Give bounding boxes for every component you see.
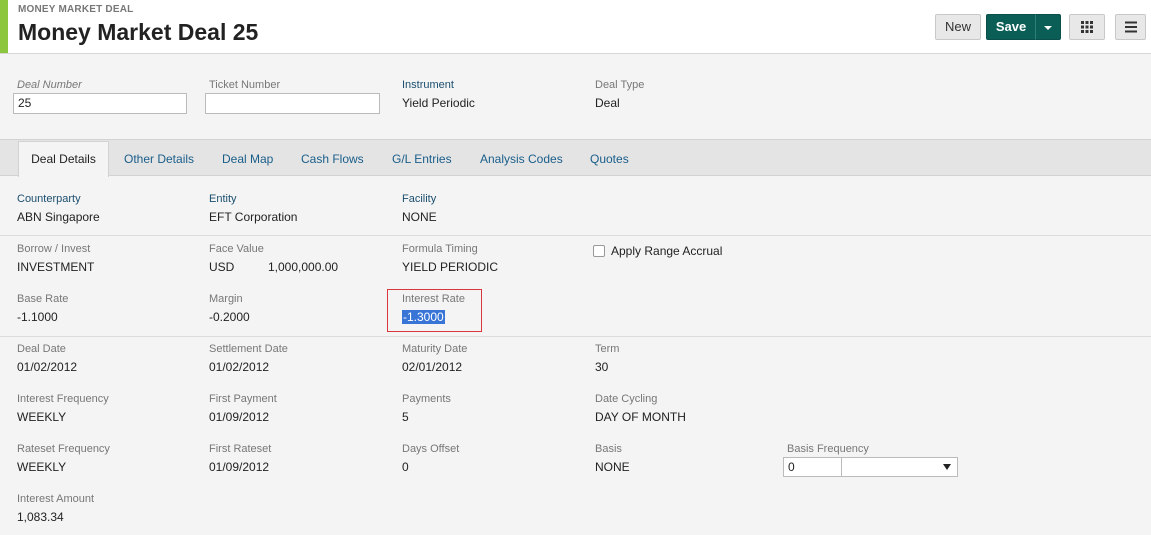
date-cycling-label: Date Cycling bbox=[595, 393, 658, 405]
days-offset-label: Days Offset bbox=[402, 443, 460, 455]
instrument-label: Instrument bbox=[402, 79, 454, 91]
basis-frequency-select[interactable] bbox=[841, 457, 958, 477]
maturity-date-label: Maturity Date bbox=[402, 343, 468, 355]
instrument-link[interactable]: Yield Periodic bbox=[402, 96, 475, 110]
section-divider bbox=[0, 336, 1151, 337]
tab-analysis-codes[interactable]: Analysis Codes bbox=[480, 152, 563, 166]
entity-label: Entity bbox=[209, 193, 237, 205]
basis-frequency-input[interactable]: 0 bbox=[783, 457, 842, 477]
deal-number-input[interactable]: 25 bbox=[13, 93, 187, 114]
first-rateset-value: 01/09/2012 bbox=[209, 460, 270, 474]
breadcrumb: MONEY MARKET DEAL bbox=[18, 4, 134, 15]
payments-label: Payments bbox=[402, 393, 451, 405]
rateset-frequency-label: Rateset Frequency bbox=[17, 443, 110, 455]
interest-rate-label: Interest Rate bbox=[402, 293, 465, 305]
settlement-date-value: 01/02/2012 bbox=[209, 360, 270, 374]
page-title: Money Market Deal 25 bbox=[18, 19, 259, 45]
basis-value: NONE bbox=[595, 460, 630, 474]
interest-amount-label: Interest Amount bbox=[17, 493, 95, 505]
tab-bar: Other Details Deal Map Cash Flows G/L En… bbox=[0, 139, 1151, 176]
accent-bar bbox=[0, 0, 8, 53]
deal-number-label: Deal Number bbox=[17, 79, 82, 91]
tab-cash-flows[interactable]: Cash Flows bbox=[301, 152, 364, 166]
ticket-number-input[interactable] bbox=[205, 93, 380, 114]
page-header: MONEY MARKET DEAL Money Market Deal 25 N… bbox=[0, 0, 1151, 54]
margin-label: Margin bbox=[209, 293, 243, 305]
entity-link[interactable]: EFT Corporation bbox=[209, 210, 297, 224]
dropdown-arrow-icon bbox=[943, 464, 951, 470]
face-value-currency: USD bbox=[209, 260, 235, 274]
apply-range-accrual-label: Apply Range Accrual bbox=[611, 244, 723, 258]
payments-value: 5 bbox=[402, 410, 409, 424]
borrow-invest-label: Borrow / Invest bbox=[17, 243, 91, 255]
grid-view-button[interactable] bbox=[1069, 14, 1105, 40]
base-rate-label: Base Rate bbox=[17, 293, 69, 305]
first-payment-label: First Payment bbox=[209, 393, 277, 405]
face-value-amount: 1,000,000.00 bbox=[268, 260, 339, 274]
first-payment-value: 01/09/2012 bbox=[209, 410, 270, 424]
deal-date-value: 01/02/2012 bbox=[17, 360, 78, 374]
basis-frequency-label: Basis Frequency bbox=[787, 443, 869, 455]
term-value: 30 bbox=[595, 360, 609, 374]
first-rateset-label: First Rateset bbox=[209, 443, 272, 455]
rateset-frequency-value: WEEKLY bbox=[17, 460, 67, 474]
borrow-invest-value: INVESTMENT bbox=[17, 260, 95, 274]
apply-range-accrual-checkbox[interactable] bbox=[593, 245, 605, 257]
hamburger-icon bbox=[1124, 21, 1137, 33]
tab-deal-map[interactable]: Deal Map bbox=[222, 152, 273, 166]
new-button[interactable]: New bbox=[935, 14, 981, 40]
save-button[interactable]: Save bbox=[986, 14, 1036, 40]
facility-link[interactable]: NONE bbox=[402, 210, 437, 224]
face-value-label: Face Value bbox=[209, 243, 264, 255]
interest-rate-value[interactable]: -1.3000 bbox=[402, 310, 445, 324]
margin-value: -0.2000 bbox=[209, 310, 250, 324]
interest-rate-selected-text: -1.3000 bbox=[402, 310, 445, 324]
basis-label: Basis bbox=[595, 443, 622, 455]
tab-deal-details[interactable]: Deal Details bbox=[18, 141, 109, 177]
counterparty-label: Counterparty bbox=[17, 193, 81, 205]
settlement-date-label: Settlement Date bbox=[209, 343, 288, 355]
deal-type-label: Deal Type bbox=[595, 79, 645, 91]
tab-quotes[interactable]: Quotes bbox=[590, 152, 629, 166]
ticket-number-label: Ticket Number bbox=[209, 79, 281, 91]
interest-frequency-label: Interest Frequency bbox=[17, 393, 109, 405]
tab-gl-entries[interactable]: G/L Entries bbox=[392, 152, 452, 166]
counterparty-link[interactable]: ABN Singapore bbox=[17, 210, 100, 224]
formula-timing-value: YIELD PERIODIC bbox=[402, 260, 499, 274]
formula-timing-label: Formula Timing bbox=[402, 243, 478, 255]
deal-type-value: Deal bbox=[595, 96, 620, 110]
grid-icon bbox=[1081, 21, 1093, 33]
caret-down-icon bbox=[1044, 25, 1052, 30]
term-label: Term bbox=[595, 343, 620, 355]
facility-label: Facility bbox=[402, 193, 437, 205]
date-cycling-value: DAY OF MONTH bbox=[595, 410, 686, 424]
section-divider bbox=[0, 235, 1151, 236]
tab-other-details[interactable]: Other Details bbox=[124, 152, 194, 166]
menu-button[interactable] bbox=[1115, 14, 1146, 40]
save-options-button[interactable] bbox=[1035, 14, 1061, 40]
maturity-date-value: 02/01/2012 bbox=[402, 360, 463, 374]
interest-frequency-value: WEEKLY bbox=[17, 410, 67, 424]
deal-date-label: Deal Date bbox=[17, 343, 66, 355]
base-rate-value: -1.1000 bbox=[17, 310, 58, 324]
interest-amount-value: 1,083.34 bbox=[17, 510, 64, 524]
days-offset-value: 0 bbox=[402, 460, 409, 474]
